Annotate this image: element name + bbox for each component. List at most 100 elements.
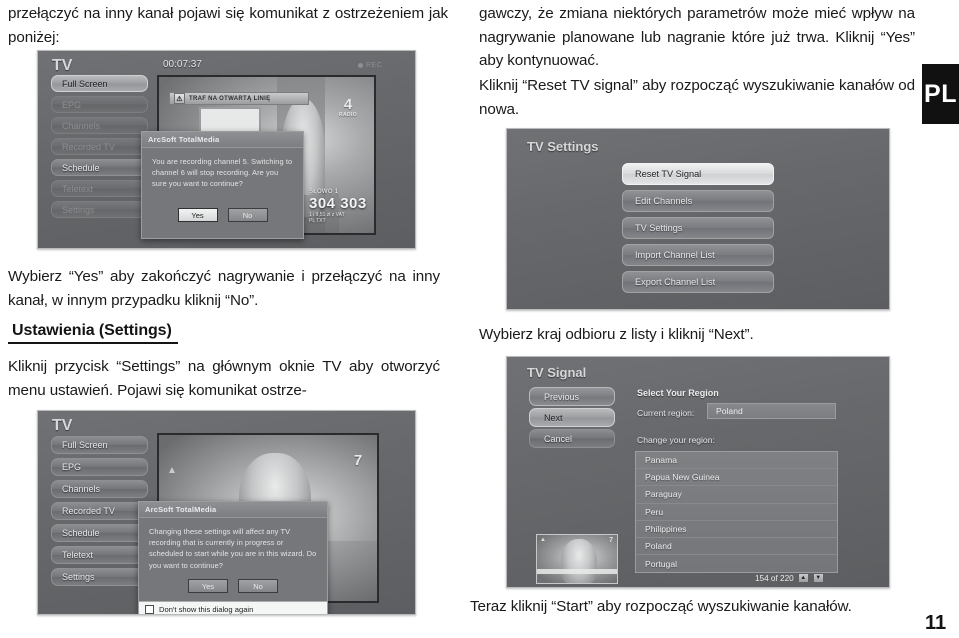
tv-menu-label: Settings xyxy=(62,572,95,582)
current-region-value: Poland xyxy=(716,406,743,416)
tv-menu-item-full-screen[interactable]: Full Screen xyxy=(51,75,148,92)
tv-menu-item-teletext[interactable]: Teletext xyxy=(51,180,148,197)
preview-thumbnail: ▲ 7 xyxy=(536,534,618,584)
ticker-alert-icon: ⚠ xyxy=(174,93,185,104)
tv-menu-item-schedule[interactable]: Schedule xyxy=(51,524,148,542)
region-label: Portugal xyxy=(645,558,678,569)
dialog-yes-button[interactable]: Yes xyxy=(177,208,218,222)
rec-dot-icon xyxy=(358,63,363,68)
tv-window-title: TV xyxy=(52,417,73,434)
tv-menu-label: Full Screen xyxy=(62,440,108,450)
settings-button-label: Export Channel List xyxy=(635,277,716,287)
dont-show-again-label: Don't show this dialog again xyxy=(159,605,254,614)
scroll-up-icon[interactable]: ▲ xyxy=(797,573,809,583)
region-list-item[interactable]: Paraguay xyxy=(636,486,837,504)
language-tab-label: PL xyxy=(924,79,957,108)
channel-logo: 4 RADIO xyxy=(335,97,361,118)
dialog-message: You are recording channel 5. Switching t… xyxy=(152,157,293,189)
screenshot-tv-recording-dialog: TV 00:07:37 REC Full Screen EPG Channels… xyxy=(37,50,416,249)
tv-menu-label: Teletext xyxy=(62,183,94,194)
region-label: Paraguay xyxy=(645,489,682,500)
settings-button-reset-tv-signal[interactable]: Reset TV Signal xyxy=(622,163,774,185)
region-list-item[interactable]: Poland xyxy=(636,538,837,556)
dialog-no-button[interactable]: No xyxy=(238,579,278,593)
overlay-sub2: PL TXT xyxy=(309,218,326,224)
screenshot-tv-settings: TV Settings Reset TV Signal Edit Channel… xyxy=(506,128,890,310)
region-list-item[interactable]: Portugal xyxy=(636,555,837,572)
paragraph-left-settings-intro: Kliknij przycisk “Settings” na głównym o… xyxy=(8,358,440,399)
settings-button-label: TV Settings xyxy=(635,223,683,233)
tv-menu-item-settings[interactable]: Settings xyxy=(51,568,148,586)
tv-menu-item-recorded-tv[interactable]: Recorded TV xyxy=(51,502,148,520)
tv-menu-label: Settings xyxy=(62,204,95,215)
tv-menu-label: Channels xyxy=(62,120,101,131)
tv-menu-item-settings[interactable]: Settings xyxy=(51,201,148,218)
tv-menu-label: EPG xyxy=(62,99,82,110)
region-list-item[interactable]: Papua New Guinea xyxy=(636,469,837,487)
region-list-item[interactable]: Peru xyxy=(636,504,837,521)
overlay-number: 304 303 xyxy=(309,195,367,212)
dialog-dont-show-again-row[interactable]: Don't show this dialog again xyxy=(139,601,327,614)
settings-button-import-channel-list[interactable]: Import Channel List xyxy=(622,244,774,266)
wizard-warning-dialog: ArcSoft TotalMedia Changing these settin… xyxy=(138,501,328,614)
tv-menu-item-channels[interactable]: Channels xyxy=(51,117,148,134)
preview-person xyxy=(561,539,597,583)
tv-menu-item-full-screen[interactable]: Full Screen xyxy=(51,436,148,454)
recording-conflict-dialog: ArcSoft TotalMedia You are recording cha… xyxy=(141,131,304,239)
current-region-label: Current region: xyxy=(637,408,695,418)
wizard-button-cancel[interactable]: Cancel xyxy=(529,429,615,448)
paragraph-right-reset-signal: Kliknij “Reset TV signal” aby rozpocząć … xyxy=(479,77,915,118)
dialog-no-button[interactable]: No xyxy=(227,208,268,222)
rec-label: REC xyxy=(366,62,383,69)
channel-logo: 7 xyxy=(347,453,369,469)
paragraph-left-yes-no: Wybierz “Yes” aby zakończyć nagrywanie i… xyxy=(8,268,440,309)
dialog-yes-label: Yes xyxy=(191,210,204,220)
settings-button-tv-settings[interactable]: TV Settings xyxy=(622,217,774,239)
dialog-yes-label: Yes xyxy=(201,581,215,591)
region-list-item[interactable]: Panama xyxy=(636,452,837,470)
current-region-field: Poland xyxy=(707,403,836,419)
region-label: Poland xyxy=(645,541,672,552)
region-label: Peru xyxy=(645,506,664,517)
paragraph-left-top: przełączyć na inny kanał pojawi się komu… xyxy=(8,5,448,46)
ticker-text: TRAF NA OTWARTĄ LINIĘ xyxy=(189,95,271,102)
tv-menu-item-recorded-tv[interactable]: Recorded TV xyxy=(51,138,148,155)
section-heading-settings: Ustawienia (Settings) xyxy=(8,322,178,344)
tv-menu-item-teletext[interactable]: Teletext xyxy=(51,546,148,564)
tv-menu-label: Recorded TV xyxy=(62,506,115,516)
tv-menu-label: Channels xyxy=(62,484,101,494)
channel-logo-number: 7 xyxy=(353,452,363,469)
channel-logo-sub: RADIO xyxy=(338,111,358,118)
dont-show-again-checkbox[interactable] xyxy=(145,605,154,614)
region-label: Panama xyxy=(645,455,678,466)
wizard-button-label: Previous xyxy=(544,391,580,402)
tv-menu-label: EPG xyxy=(62,462,82,472)
region-list[interactable]: Panama Papua New Guinea Paraguay Peru Ph… xyxy=(635,451,838,573)
wizard-button-previous[interactable]: Previous xyxy=(529,387,615,406)
rec-indicator: REC xyxy=(358,62,382,69)
settings-button-export-channel-list[interactable]: Export Channel List xyxy=(622,271,774,293)
language-tab-pl: PL xyxy=(922,64,959,124)
tv-menu-item-epg[interactable]: EPG xyxy=(51,96,148,113)
channel-logo-number: 4 xyxy=(343,96,353,113)
wizard-button-next[interactable]: Next xyxy=(529,408,615,427)
settings-button-label: Import Channel List xyxy=(635,250,715,260)
settings-button-label: Reset TV Signal xyxy=(635,169,702,179)
on-screen-info-overlay: SŁOWO 1 304 303 1 i 9,51 zł z VAT PL TXT xyxy=(309,189,374,224)
scroll-down-icon[interactable]: ▼ xyxy=(812,573,824,583)
dialog-titlebar: ArcSoft TotalMedia xyxy=(142,132,303,148)
tv-menu-item-channels[interactable]: Channels xyxy=(51,480,148,498)
settings-button-edit-channels[interactable]: Edit Channels xyxy=(622,190,774,212)
tv-menu-label: Schedule xyxy=(62,162,100,173)
region-list-item[interactable]: Philippines xyxy=(636,521,837,538)
recording-timer: 00:07:37 xyxy=(163,59,202,70)
dialog-yes-button[interactable]: Yes xyxy=(188,579,228,593)
preview-channel-logo: 7 xyxy=(609,537,613,544)
tv-settings-title: TV Settings xyxy=(527,139,599,154)
counter-label: 154 of 220 xyxy=(755,573,794,583)
tv-signal-title: TV Signal xyxy=(527,365,587,380)
tv-menu-item-epg[interactable]: EPG xyxy=(51,458,148,476)
screenshot-tv-signal-region: TV Signal Previous Next Cancel Select Yo… xyxy=(506,356,890,588)
preview-watermark-icon: ▲ xyxy=(540,537,546,543)
tv-menu-item-schedule[interactable]: Schedule xyxy=(51,159,148,176)
